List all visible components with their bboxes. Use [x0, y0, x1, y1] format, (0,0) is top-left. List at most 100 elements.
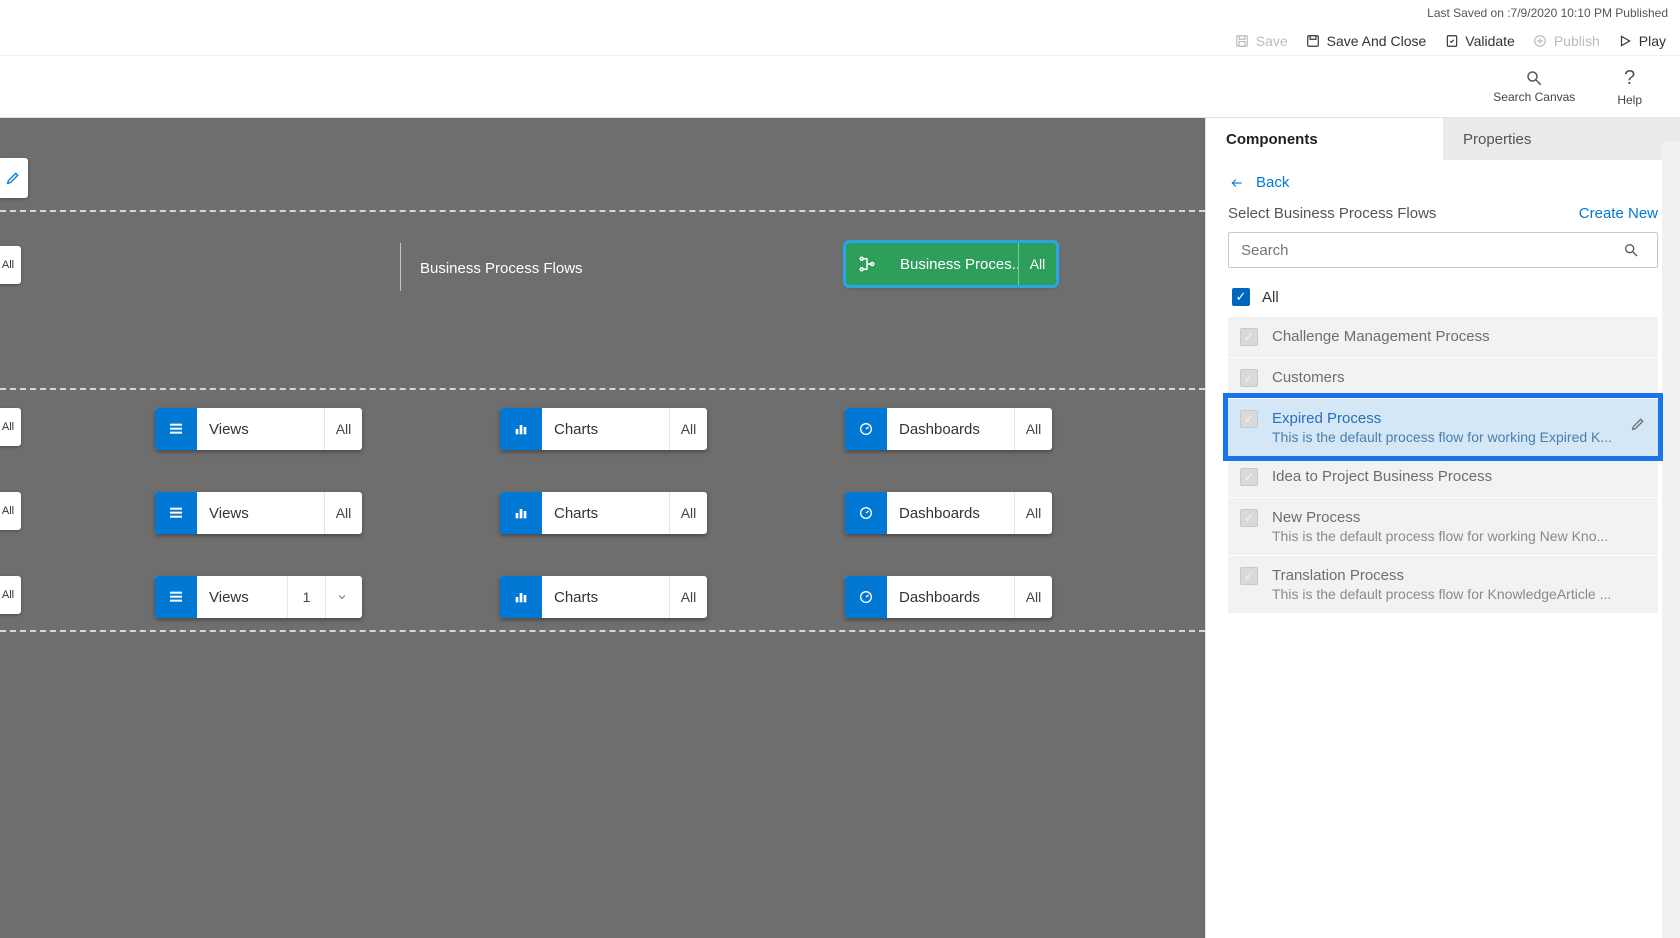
play-button[interactable]: Play: [1618, 33, 1666, 49]
arrow-left-icon: [1228, 176, 1246, 190]
tile-label: Dashboards: [887, 492, 1014, 534]
create-new-link[interactable]: Create New: [1579, 205, 1658, 222]
checkbox-icon[interactable]: ✓: [1240, 410, 1258, 428]
bar-chart-icon: [500, 492, 542, 534]
search-box[interactable]: [1228, 232, 1658, 268]
checkbox-checked-icon[interactable]: ✓: [1232, 288, 1250, 306]
lane-chip[interactable]: All: [0, 408, 21, 446]
lane-chip[interactable]: All: [0, 246, 21, 284]
dashboards-tile[interactable]: Dashboards All: [845, 408, 1052, 450]
select-all-label: All: [1262, 289, 1279, 306]
divider: [0, 210, 1205, 212]
tile-badge: All: [1014, 576, 1052, 618]
tile-label: Charts: [542, 492, 669, 534]
bpf-name: New Process: [1272, 509, 1646, 526]
search-canvas-label: Search Canvas: [1493, 90, 1575, 104]
charts-tile[interactable]: Charts All: [500, 408, 707, 450]
bpf-name: Challenge Management Process: [1272, 328, 1646, 345]
dashboards-tile[interactable]: Dashboards All: [845, 576, 1052, 618]
save-icon: [1235, 33, 1250, 48]
scrollbar[interactable]: [1662, 142, 1680, 938]
bpf-item[interactable]: ✓ Translation Process This is the defaul…: [1228, 555, 1658, 613]
back-button[interactable]: Back: [1228, 166, 1289, 205]
bar-chart-icon: [500, 408, 542, 450]
views-tile[interactable]: Views All: [155, 408, 362, 450]
chevron-down-icon[interactable]: [325, 576, 357, 618]
bpf-item[interactable]: ✓ Customers: [1228, 357, 1658, 398]
bpf-name: Customers: [1272, 369, 1646, 386]
checkbox-icon[interactable]: ✓: [1240, 567, 1258, 585]
help-icon: ?: [1624, 67, 1635, 90]
charts-tile[interactable]: Charts All: [500, 576, 707, 618]
search-input[interactable]: [1229, 242, 1623, 259]
search-canvas-button[interactable]: Search Canvas: [1493, 69, 1575, 104]
save-label: Save: [1256, 33, 1288, 49]
bpf-desc: This is the default process flow for wor…: [1272, 429, 1616, 445]
bpf-item[interactable]: ✓ Idea to Project Business Process: [1228, 456, 1658, 497]
secondary-bar: Search Canvas ? Help: [0, 56, 1680, 118]
lane-chip[interactable]: All: [0, 576, 21, 614]
views-tile[interactable]: Views All: [155, 492, 362, 534]
save-and-close-button[interactable]: Save And Close: [1306, 33, 1427, 49]
checkbox-icon[interactable]: ✓: [1240, 369, 1258, 387]
edit-icon[interactable]: [1630, 410, 1646, 432]
help-label: Help: [1617, 93, 1642, 107]
play-icon: [1618, 33, 1633, 48]
tile-label: Business Proces...: [888, 243, 1018, 285]
publish-label: Publish: [1554, 33, 1600, 49]
validate-button[interactable]: Validate: [1444, 33, 1515, 49]
checkbox-icon[interactable]: ✓: [1240, 328, 1258, 346]
tile-badge: All: [669, 492, 707, 534]
bpf-item-selected[interactable]: ✓ Expired Process This is the default pr…: [1228, 398, 1658, 456]
lane-chip-label: All: [2, 589, 14, 601]
validate-label: Validate: [1465, 33, 1515, 49]
divider: [0, 630, 1205, 632]
bpf-item[interactable]: ✓ New Process This is the default proces…: [1228, 497, 1658, 555]
panel-title: Select Business Process Flows: [1228, 205, 1436, 222]
checkbox-icon[interactable]: ✓: [1240, 509, 1258, 527]
search-icon: [1525, 69, 1543, 87]
lane-chip-label: All: [2, 505, 14, 517]
tile-label: Charts: [542, 408, 669, 450]
bpf-tile-selected[interactable]: Business Proces... All: [846, 243, 1056, 285]
tile-badge: All: [1014, 492, 1052, 534]
last-saved-text: Last Saved on :7/9/2020 10:10 PM Publish…: [1427, 6, 1668, 20]
validate-icon: [1444, 33, 1459, 48]
dashboards-tile[interactable]: Dashboards All: [845, 492, 1052, 534]
bpf-item[interactable]: ✓ Challenge Management Process: [1228, 316, 1658, 357]
lane-chip-label: All: [2, 259, 14, 271]
bpf-name: Translation Process: [1272, 567, 1646, 584]
views-tile[interactable]: Views 1: [155, 576, 362, 618]
divider: [400, 243, 401, 291]
checkbox-icon[interactable]: ✓: [1240, 468, 1258, 486]
publish-button: Publish: [1533, 33, 1600, 49]
panel-tabs: Components Properties: [1206, 118, 1680, 160]
select-all-row[interactable]: ✓ All: [1228, 282, 1658, 316]
bpf-name: Idea to Project Business Process: [1272, 468, 1646, 485]
divider: [0, 388, 1205, 390]
bpf-name: Expired Process: [1272, 410, 1616, 427]
edit-chip[interactable]: [0, 158, 28, 198]
tile-label: Dashboards: [887, 408, 1014, 450]
toolbar: Save Save And Close Validate Publish Pla…: [0, 26, 1680, 56]
gauge-icon: [845, 576, 887, 618]
tile-label: Views: [197, 576, 287, 618]
tab-components[interactable]: Components: [1206, 118, 1443, 160]
help-button[interactable]: ? Help: [1617, 67, 1642, 107]
play-label: Play: [1639, 33, 1666, 49]
right-panel: Components Properties Back Select Busine…: [1205, 118, 1680, 938]
charts-tile[interactable]: Charts All: [500, 492, 707, 534]
bpf-desc: This is the default process flow for Kno…: [1272, 586, 1646, 602]
tile-badge: All: [324, 408, 362, 450]
grid-icon: [155, 492, 197, 534]
bpf-list: ✓ Challenge Management Process ✓ Custome…: [1228, 316, 1658, 613]
lane-chip-label: All: [2, 421, 14, 433]
tile-badge: All: [1018, 243, 1056, 285]
tile-badge: All: [669, 576, 707, 618]
lane-chip[interactable]: All: [0, 492, 21, 530]
designer-canvas[interactable]: Business Process Flows Business Proces..…: [0, 118, 1205, 938]
tab-properties[interactable]: Properties: [1443, 118, 1680, 160]
tile-badge: 1: [287, 576, 325, 618]
tile-badge: All: [1014, 408, 1052, 450]
grid-icon: [155, 576, 197, 618]
